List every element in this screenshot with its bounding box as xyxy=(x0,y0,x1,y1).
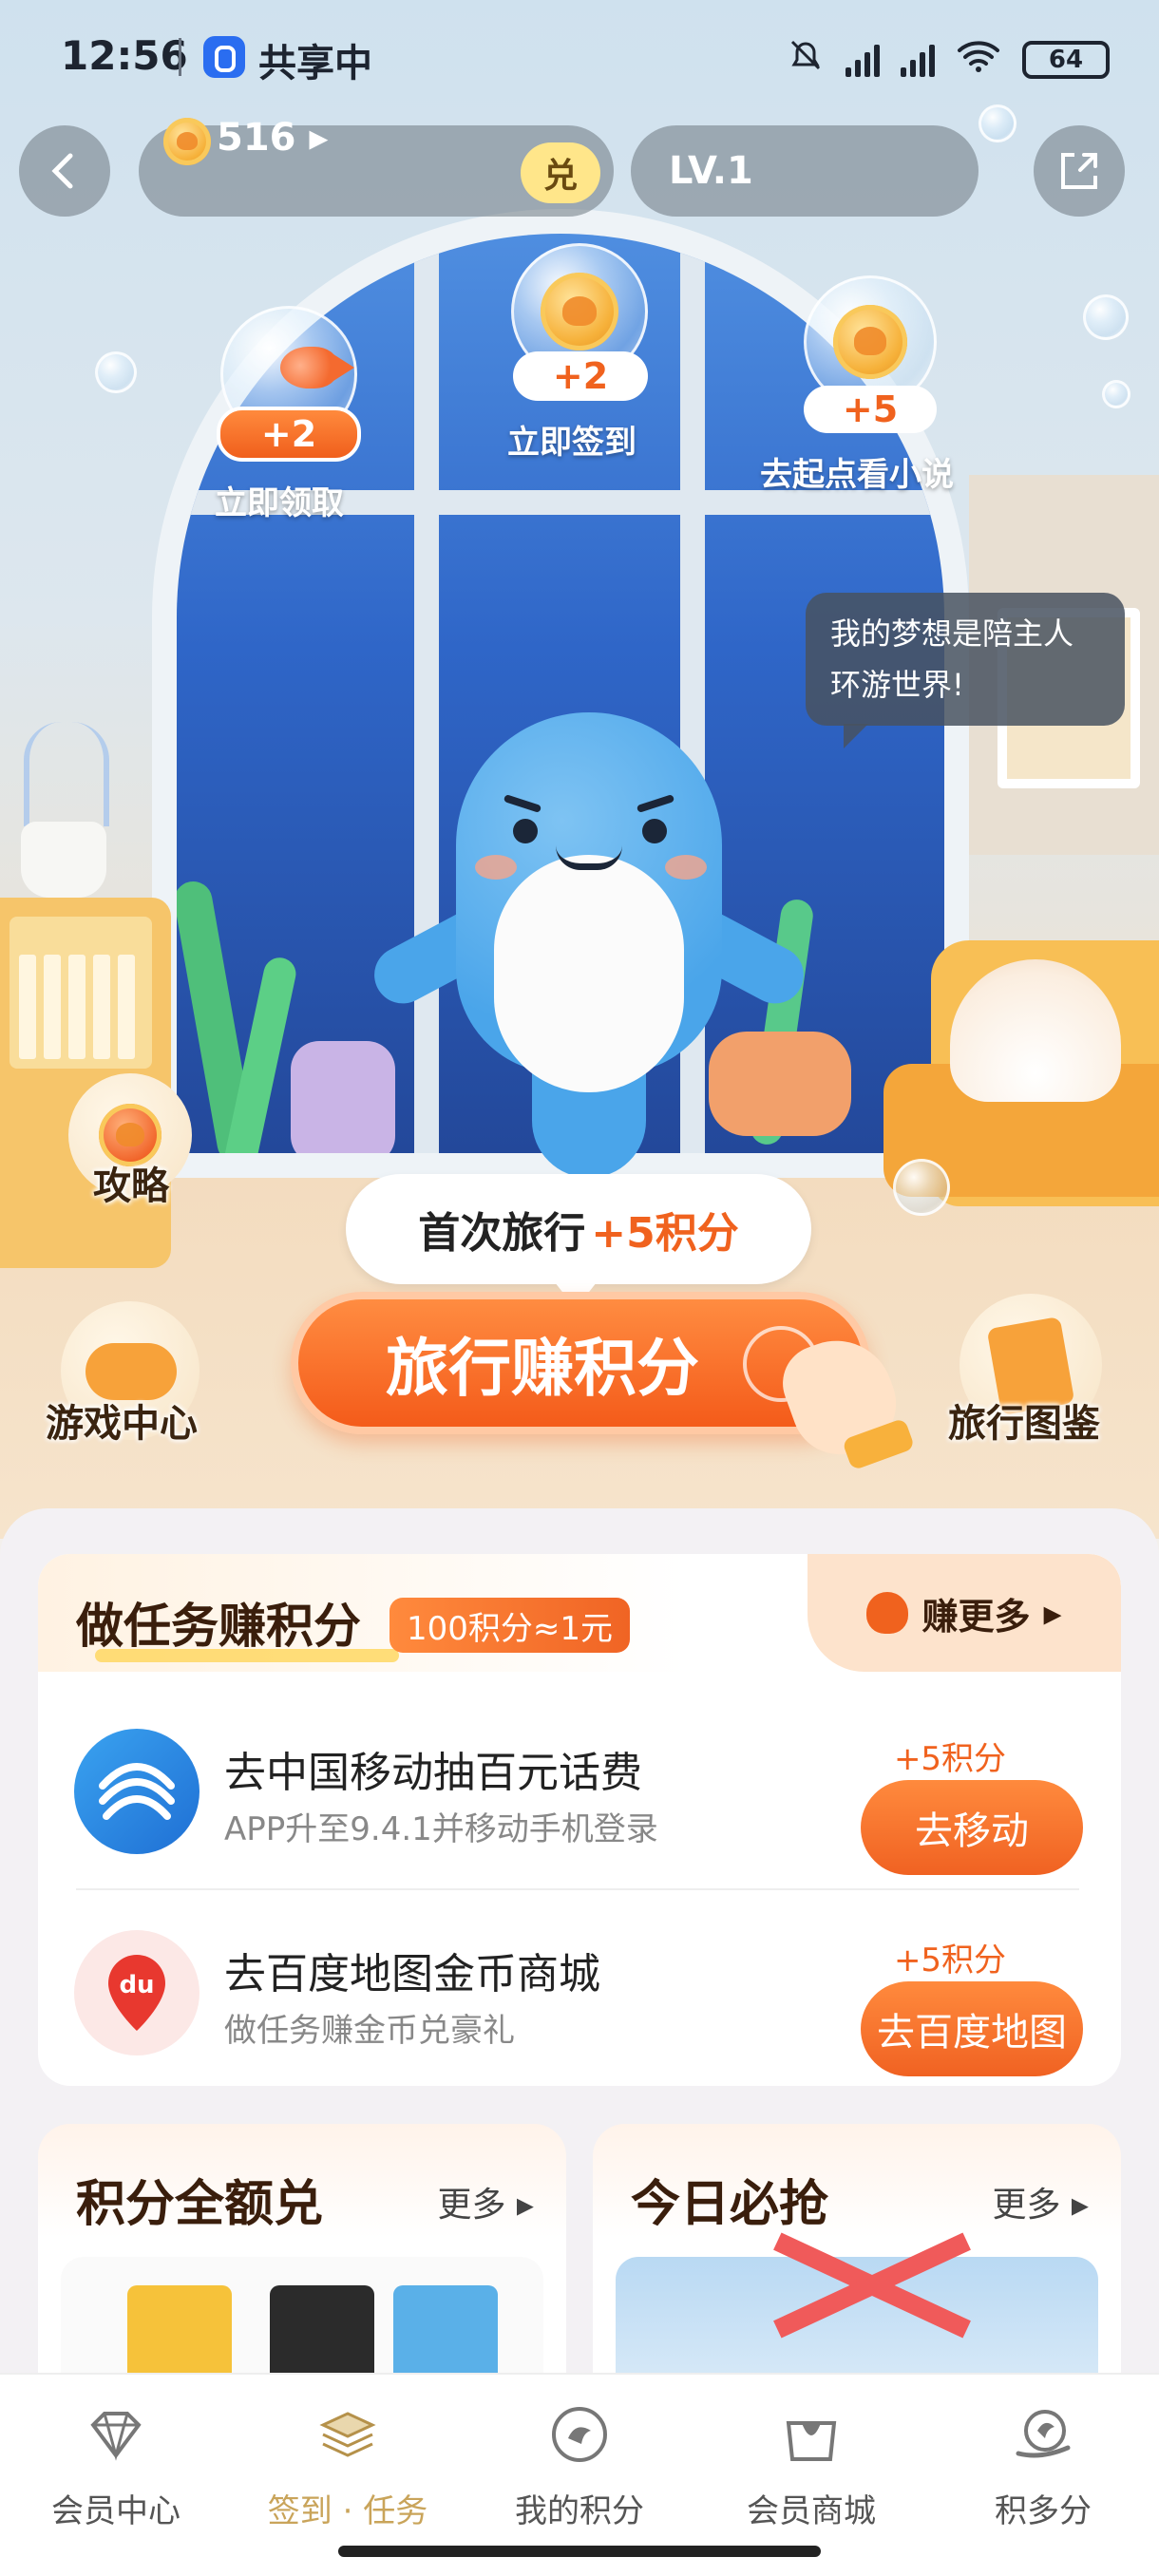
points-value[interactable]: 516 ▸ xyxy=(217,116,329,160)
hero-scene: +2 立即领取 +2 立即签到 +5 去起点看小说 我的梦想是陪主人环游世界! … xyxy=(0,0,1159,1539)
level-badge[interactable]: LV.1 xyxy=(631,125,978,217)
coin-icon xyxy=(546,2401,613,2468)
status-divider xyxy=(179,38,181,76)
first-trip-tip: 首次旅行 +5积分 xyxy=(346,1174,811,1309)
promo-title: 今日必抢 xyxy=(631,2176,829,2233)
chevron-left-icon xyxy=(51,153,73,189)
promo-full-exchange[interactable]: 积分全额兑 更多 ▸ xyxy=(38,2124,566,2409)
nav-member-center[interactable]: 会员中心 xyxy=(0,2394,232,2536)
travel-book-label: 旅行图鉴 xyxy=(948,1402,1100,1446)
nav-my-points[interactable]: 我的积分 xyxy=(464,2394,695,2536)
home-indicator[interactable] xyxy=(338,2546,821,2557)
first-trip-points: +5积分 xyxy=(591,1209,739,1258)
go-mobile-button[interactable]: 去移动 xyxy=(861,1780,1083,1875)
task-subtitle: APP升至9.4.1并移动手机登录 xyxy=(224,1810,658,1848)
earn-more-button[interactable]: 赚更多 ▸ xyxy=(808,1554,1121,1672)
bubble-decoration xyxy=(893,1159,950,1216)
first-trip-text: 首次旅行 xyxy=(418,1209,586,1258)
shopping-bag-icon xyxy=(778,2401,845,2468)
task-subtitle: 做任务赚金币兑豪礼 xyxy=(224,2012,515,2050)
task-points: +5积分 xyxy=(893,1740,1007,1778)
coin-icon xyxy=(163,118,211,165)
china-mobile-logo-icon xyxy=(74,1729,200,1854)
nav-earn-more-points[interactable]: 积多分 xyxy=(927,2394,1159,2536)
money-bag-icon xyxy=(866,1592,909,1634)
dolphin-icon xyxy=(1010,2401,1076,2468)
task-title: 去百度地图金币商城 xyxy=(224,1950,600,1998)
share-button[interactable] xyxy=(1034,125,1125,217)
nav-member-mall[interactable]: 会员商城 xyxy=(695,2394,927,2536)
task-row[interactable]: 去中国移动抽百元话费 APP升至9.4.1并移动手机登录 +5积分 去移动 xyxy=(38,1687,1121,1886)
task-title: 去中国移动抽百元话费 xyxy=(224,1749,642,1797)
bubble-decoration xyxy=(1083,294,1129,340)
exchange-button[interactable]: 兑 xyxy=(521,142,600,203)
wifi-icon xyxy=(956,37,1001,82)
promo-today-deals[interactable]: 今日必抢 更多 ▸ xyxy=(593,2124,1121,2409)
coin-icon xyxy=(541,273,618,350)
reward-label: 立即领取 xyxy=(215,484,344,522)
game-center-label: 游戏中心 xyxy=(46,1402,198,1446)
share-icon xyxy=(1061,153,1097,189)
signal-icon xyxy=(901,43,935,77)
layers-icon xyxy=(314,2401,381,2468)
bell-off-icon xyxy=(787,36,825,83)
reward-amount: +2 xyxy=(217,407,361,462)
battery-icon: 64 xyxy=(1022,40,1110,79)
goldfish-icon xyxy=(280,347,354,388)
reward-label: 立即签到 xyxy=(507,424,636,462)
points-rate-badge: 100积分≈1元 xyxy=(390,1598,631,1653)
go-baidu-map-button[interactable]: 去百度地图 xyxy=(861,1981,1083,2076)
reward-label: 去起点看小说 xyxy=(760,456,954,494)
promo-more-link[interactable]: 更多 ▸ xyxy=(437,2177,534,2226)
guide-label: 攻略 xyxy=(93,1165,169,1208)
task-title: 做任务赚积分 xyxy=(76,1599,361,1654)
nav-signin-tasks[interactable]: 签到 · 任务 xyxy=(232,2394,464,2536)
diamond-icon xyxy=(83,2401,149,2468)
status-share-text: 共享中 xyxy=(258,42,372,85)
bubble-decoration xyxy=(95,351,137,393)
signal-icon xyxy=(846,43,880,77)
svg-text:du: du xyxy=(119,1971,154,1999)
task-card: 做任务赚积分 100积分≈1元 赚更多 ▸ 去中国移动抽百元话费 APP升至9.… xyxy=(38,1554,1121,2086)
status-bar: 12:56 共享中 64 xyxy=(0,0,1159,114)
screen-share-icon xyxy=(203,36,245,78)
dolphin-mascot[interactable] xyxy=(361,712,817,1206)
reward-amount: +2 xyxy=(513,351,648,401)
earn-more-label: 赚更多 xyxy=(922,1595,1031,1638)
baidu-map-logo-icon: du xyxy=(74,1930,200,2055)
task-row[interactable]: du 去百度地图金币商城 做任务赚金币兑豪礼 +5积分 去百度地图 xyxy=(38,1888,1121,2086)
back-button[interactable] xyxy=(19,125,110,217)
vase xyxy=(21,822,106,898)
promo-title: 积分全额兑 xyxy=(76,2176,324,2233)
coin-icon xyxy=(833,305,907,379)
plant xyxy=(24,722,109,826)
status-time: 12:56 xyxy=(61,32,188,79)
reward-amount: +5 xyxy=(804,386,937,433)
caret-right-icon: ▸ xyxy=(1043,1592,1062,1634)
mascot-speech-bubble: 我的梦想是陪主人环游世界! xyxy=(806,593,1125,748)
promo-more-link[interactable]: 更多 ▸ xyxy=(992,2177,1089,2226)
bubble-decoration xyxy=(1102,380,1130,408)
status-icons: 64 xyxy=(787,36,1110,83)
task-points: +5积分 xyxy=(893,1941,1007,1979)
